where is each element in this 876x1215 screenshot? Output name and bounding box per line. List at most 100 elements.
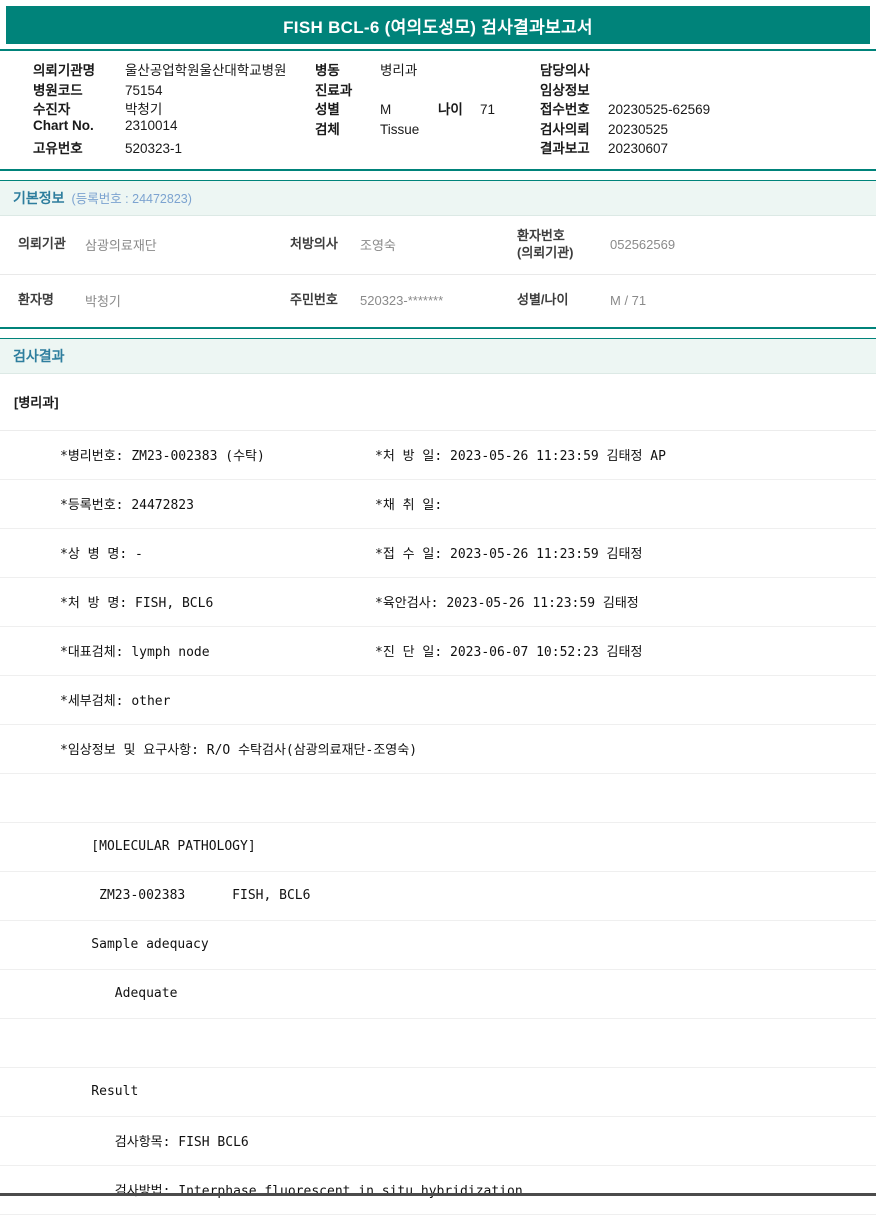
field-clinic-dept: 진료과 bbox=[315, 79, 540, 99]
field-label: Chart No. bbox=[33, 117, 94, 133]
report-title: FISH BCL-6 (여의도성모) 검사결과보고서 bbox=[283, 17, 593, 37]
page-bottom-border bbox=[0, 1193, 876, 1196]
result-field-left: *대표검체: lymph node bbox=[60, 645, 210, 660]
basic-info-row-1: 의뢰기관 삼광의료재단 처방의사 조영숙 환자번호 (의뢰기관) 0525625… bbox=[0, 216, 876, 275]
field-label: 검사의뢰 bbox=[540, 121, 590, 137]
field-value: 울산공업학원울산대학교병원 bbox=[125, 63, 287, 78]
result-field-right: *진 단 일: 2023-06-07 10:52:23 김태정 bbox=[375, 645, 643, 660]
result-row: *등록번호: 24472823 *채 취 일: bbox=[0, 480, 876, 529]
field-clinical-info: 임상정보 bbox=[540, 79, 868, 99]
basic-info-registration-no: (등록번호 : 24472823) bbox=[71, 192, 192, 206]
report-page: FISH BCL-6 (여의도성모) 검사결과보고서 의뢰기관명 울산공업학원울… bbox=[0, 6, 876, 1215]
result-row: Adequate bbox=[0, 970, 876, 1019]
result-row: *처 방 명: FISH, BCL6 *육안검사: 2023-05-26 11:… bbox=[0, 578, 876, 627]
field-label: 수진자 bbox=[33, 102, 71, 117]
field-label: 담당의사 bbox=[540, 63, 590, 78]
field-value: 20230525-62569 bbox=[608, 102, 711, 117]
field-value: 삼광의료재단 bbox=[85, 238, 157, 253]
patient-header-col3: 담당의사 임상정보 접수번호 20230525-62569 검사의뢰 20230… bbox=[540, 59, 868, 157]
result-field-right: *처 방 일: 2023-05-26 11:23:59 김태정 AP bbox=[375, 449, 666, 464]
result-field-left: 검사방법: Interphase fluorescent in situ hyb… bbox=[60, 1184, 523, 1199]
field-value: 2310014 bbox=[125, 117, 178, 133]
field-value: 052562569 bbox=[610, 237, 676, 252]
field-label: 의뢰기관명 bbox=[33, 63, 96, 78]
field-attending-doctor: 담당의사 bbox=[540, 59, 868, 79]
result-field-left: ZM23-002383 FISH, BCL6 bbox=[60, 888, 311, 903]
result-row: *병리번호: ZM23-002383 (수탁) *처 방 일: 2023-05-… bbox=[0, 431, 876, 480]
field-unique-no: 고유번호 520323-1 bbox=[33, 137, 315, 157]
result-field-left: Result bbox=[60, 1084, 139, 1099]
result-row: *상 병 명: - *접 수 일: 2023-05-26 11:23:59 김태… bbox=[0, 529, 876, 578]
field-label: 결과보고 bbox=[540, 141, 590, 156]
field-value: 71 bbox=[480, 102, 496, 117]
field-value: M / 71 bbox=[610, 293, 647, 308]
patient-header-col2: 병동 병리과 진료과 성별 M 나이 71 검체 Tissue bbox=[315, 59, 540, 157]
result-row: 검사항목: FISH BCL6 bbox=[0, 1117, 876, 1166]
department-row: [병리과] bbox=[0, 374, 876, 431]
report-title-bar: FISH BCL-6 (여의도성모) 검사결과보고서 bbox=[6, 6, 870, 44]
field-label: 의뢰기관 bbox=[18, 236, 66, 252]
result-field-right: *접 수 일: 2023-05-26 11:23:59 김태정 bbox=[375, 547, 643, 562]
patient-header-col1: 의뢰기관명 울산공업학원울산대학교병원 병원코드 75154 수진자 박청기 C… bbox=[33, 59, 315, 157]
result-row: *세부검체: other bbox=[0, 676, 876, 725]
field-label: 임상정보 bbox=[540, 82, 590, 98]
result-field-left: *등록번호: 24472823 bbox=[60, 498, 194, 513]
result-row: *대표검체: lymph node *진 단 일: 2023-06-07 10:… bbox=[0, 627, 876, 676]
result-row-empty bbox=[0, 1019, 876, 1068]
result-field-left: *병리번호: ZM23-002383 (수탁) bbox=[60, 449, 265, 464]
result-row: *임상정보 및 요구사항: R/O 수탁검사(삼광의료재단-조영숙) bbox=[0, 725, 876, 774]
field-value: 조영숙 bbox=[360, 238, 396, 253]
basic-info-row-2: 환자명 박청기 주민번호 520323-******* 성별/나이 M / 71 bbox=[0, 275, 876, 329]
field-value: 박청기 bbox=[125, 102, 163, 117]
result-row: Sample adequacy bbox=[0, 921, 876, 970]
field-label: 나이 bbox=[438, 102, 463, 117]
result-field-left: [MOLECULAR PATHOLOGY] bbox=[60, 839, 256, 854]
field-accession-no: 접수번호 20230525-62569 bbox=[540, 98, 868, 118]
result-row: ZM23-002383 FISH, BCL6 bbox=[0, 872, 876, 921]
results-section-header: 검사결과 bbox=[0, 337, 876, 374]
department-label: [병리과] bbox=[14, 395, 59, 410]
field-label: 병동 bbox=[315, 63, 340, 78]
field-ward: 병동 병리과 bbox=[315, 59, 540, 79]
field-label: 진료과 bbox=[315, 82, 353, 98]
result-field-left: 검사항목: FISH BCL6 bbox=[60, 1135, 249, 1150]
field-label: 주민번호 bbox=[290, 292, 338, 308]
field-label: 검체 bbox=[315, 121, 340, 137]
field-value: 520323-1 bbox=[125, 141, 183, 156]
result-row: Result bbox=[0, 1068, 876, 1117]
field-label: 처방의사 bbox=[290, 236, 338, 252]
field-value: 20230607 bbox=[608, 141, 669, 156]
field-label: 환자번호 (의뢰기관) bbox=[517, 227, 574, 260]
result-field-left: Sample adequacy bbox=[60, 937, 209, 952]
field-value: 박청기 bbox=[85, 294, 121, 309]
result-field-left: *상 병 명: - bbox=[60, 547, 143, 562]
field-sex-age: 성별 M 나이 71 bbox=[315, 98, 540, 118]
field-label: 접수번호 bbox=[540, 102, 590, 117]
field-examinee: 수진자 박청기 bbox=[33, 98, 315, 118]
field-value: 20230525 bbox=[608, 121, 669, 137]
field-request-date: 검사의뢰 20230525 bbox=[540, 118, 868, 138]
field-label: 고유번호 bbox=[33, 141, 83, 156]
result-field-left: Adequate bbox=[60, 986, 178, 1001]
result-field-left: *처 방 명: FISH, BCL6 bbox=[60, 596, 214, 611]
header-divider bbox=[0, 168, 876, 171]
field-label: 성별 bbox=[315, 102, 340, 117]
field-hospital-code: 병원코드 75154 bbox=[33, 79, 315, 99]
field-value: 병리과 bbox=[380, 63, 418, 78]
field-chart-no: Chart No. 2310014 bbox=[33, 118, 315, 138]
result-row-empty bbox=[0, 774, 876, 823]
result-row: [MOLECULAR PATHOLOGY] bbox=[0, 823, 876, 872]
field-label: 성별/나이 bbox=[517, 292, 569, 308]
basic-info-section-header: 기본정보 (등록번호 : 24472823) bbox=[0, 179, 876, 216]
field-label: 병원코드 bbox=[33, 82, 83, 98]
field-referring-org: 의뢰기관명 울산공업학원울산대학교병원 bbox=[33, 59, 315, 79]
result-field-right: *육안검사: 2023-05-26 11:23:59 김태정 bbox=[375, 596, 639, 611]
basic-info-title: 기본정보 bbox=[13, 189, 65, 206]
field-specimen: 검체 Tissue bbox=[315, 118, 540, 138]
result-field-left: *세부검체: other bbox=[60, 694, 171, 709]
field-label: 환자명 bbox=[18, 292, 54, 308]
patient-header: 의뢰기관명 울산공업학원울산대학교병원 병원코드 75154 수진자 박청기 C… bbox=[0, 51, 876, 163]
field-value: 520323-******* bbox=[360, 293, 444, 308]
results-title: 검사결과 bbox=[13, 347, 65, 364]
field-value: 75154 bbox=[125, 82, 163, 98]
